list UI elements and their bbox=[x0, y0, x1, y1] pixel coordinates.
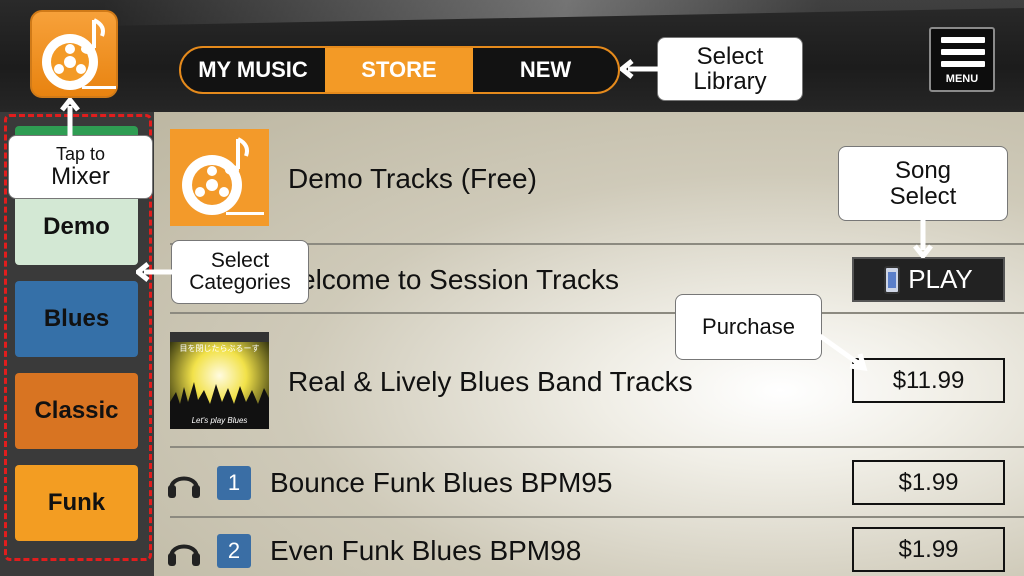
arrow-up-icon bbox=[60, 98, 80, 138]
menu-label: MENU bbox=[945, 73, 979, 85]
tab-store[interactable]: STORE bbox=[325, 48, 473, 92]
welcome-title[interactable]: elcome to Session Tracks bbox=[300, 264, 619, 296]
tape-reel-icon bbox=[182, 137, 264, 215]
mixer-app-icon[interactable] bbox=[30, 10, 118, 98]
row-divider bbox=[170, 312, 1024, 314]
play-button[interactable]: PLAY bbox=[852, 257, 1005, 302]
tape-reel-icon bbox=[42, 18, 116, 90]
price-button-track-2[interactable]: $1.99 bbox=[852, 527, 1005, 572]
hamburger-icon bbox=[941, 37, 985, 43]
phone-icon bbox=[884, 265, 901, 294]
arrow-left-icon bbox=[620, 59, 660, 79]
price-button-track-1[interactable]: $1.99 bbox=[852, 460, 1005, 505]
headphones-icon[interactable] bbox=[166, 535, 202, 567]
track-title-2[interactable]: Even Funk Blues BPM98 bbox=[270, 535, 581, 567]
album-japanese-text: 目を閉じたらぶるーす bbox=[179, 344, 260, 353]
price-button-blues-band[interactable]: $11.99 bbox=[852, 358, 1005, 403]
album-script-text: Let's play Blues bbox=[191, 416, 248, 425]
demo-tracks-artwork[interactable] bbox=[170, 129, 269, 226]
track-number-badge: 1 bbox=[217, 466, 251, 500]
arrow-down-right-icon bbox=[818, 333, 868, 372]
blues-band-title[interactable]: Real & Lively Blues Band Tracks bbox=[288, 366, 693, 398]
arrow-down-icon bbox=[913, 220, 933, 258]
blues-album-artwork[interactable]: 目を閉じたらぶるーす Let's play Blues bbox=[170, 332, 269, 429]
callout-select-library: Select Library bbox=[657, 37, 803, 101]
arrow-left-icon bbox=[136, 262, 172, 282]
tab-my-music[interactable]: MY MUSIC bbox=[181, 48, 325, 92]
library-segmented-control: MY MUSIC STORE NEW bbox=[179, 46, 620, 94]
row-divider bbox=[170, 516, 1024, 518]
track-number-badge: 2 bbox=[217, 534, 251, 568]
row-divider bbox=[170, 446, 1024, 448]
play-label: PLAY bbox=[908, 264, 973, 294]
callout-purchase: Purchase bbox=[675, 294, 822, 360]
headphones-icon[interactable] bbox=[166, 467, 202, 499]
tab-new[interactable]: NEW bbox=[473, 48, 618, 92]
callout-select-categories: Select Categories bbox=[171, 240, 309, 304]
menu-button[interactable]: MENU bbox=[929, 27, 995, 92]
track-title-1[interactable]: Bounce Funk Blues BPM95 bbox=[270, 467, 612, 499]
callout-song-select: Song Select bbox=[838, 146, 1008, 221]
callout-tap-to-mixer: Tap to Mixer bbox=[8, 135, 153, 199]
demo-tracks-title[interactable]: Demo Tracks (Free) bbox=[288, 163, 537, 195]
